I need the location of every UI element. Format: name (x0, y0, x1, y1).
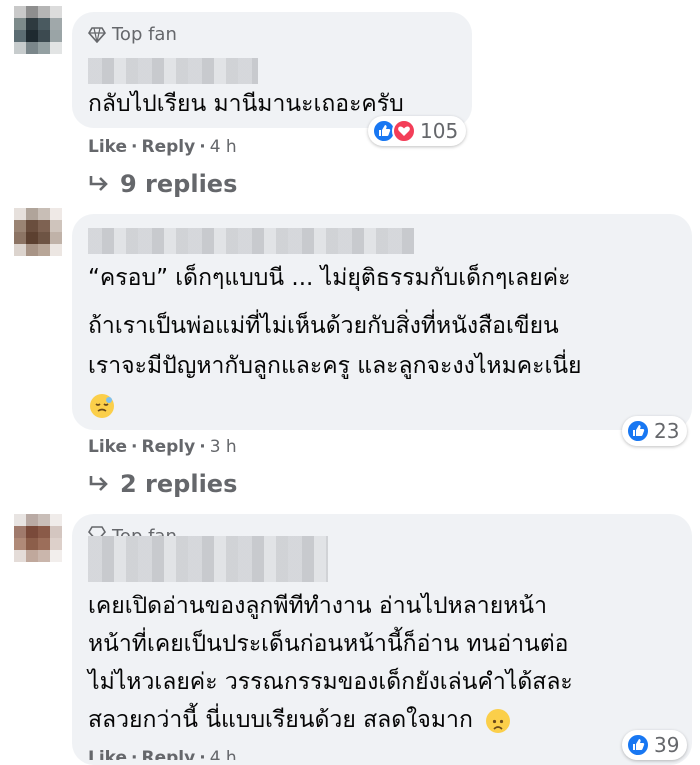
like-link[interactable]: Like (88, 437, 127, 457)
comment-text: “ครอบ” เด็กๆแบบนี ... ไม่ยุติธรรมกับเด็ก… (88, 265, 571, 291)
reply-link[interactable]: Reply (142, 437, 196, 457)
diamond-icon (88, 526, 106, 536)
replies-label: 2 replies (120, 470, 238, 498)
reply-arrow-icon (89, 476, 108, 491)
reaction-count: 39 (654, 733, 680, 757)
comment-text-line: สลวยกว่านี้ นี่แบบเรียนด้วย สลดใจมาก (88, 707, 473, 733)
sad-face-emoji (90, 394, 114, 418)
comment-text: ไม่ไหวเลยค่ะ วรรณกรรมของเด็กยังเล่นคำได้… (88, 669, 573, 695)
avatar[interactable] (14, 208, 62, 268)
comment-text: สลวยกว่านี้ นี่แบบเรียนด้วย สลดใจมาก (88, 700, 511, 740)
view-replies-button[interactable]: 2 replies (88, 470, 237, 498)
timestamp[interactable]: 3 h (210, 437, 237, 457)
view-replies-button[interactable]: 9 replies (88, 170, 237, 198)
replies-label: 9 replies (120, 170, 238, 198)
top-fan-badge: Top fan (88, 526, 177, 536)
commenter-name[interactable] (88, 58, 258, 84)
comment-text: เคยเปิดอ่านของลูกพีทีทำงาน อ่านไปหลายหน้… (88, 593, 548, 619)
like-link[interactable]: Like (88, 137, 127, 157)
reply-link[interactable]: Reply (142, 137, 196, 157)
comment-text: หน้าที่เคยเป็นประเด็นก่อนหน้านี้ก็อ่าน ท… (88, 631, 569, 657)
comment-actions: Like · Reply · 4 h (88, 137, 237, 157)
comment-text: ถ้าเราเป็นพ่อแม่ที่ไม่เห็นด้วยกับสิ่งที่… (88, 313, 559, 339)
avatar[interactable] (14, 6, 62, 66)
like-icon (626, 419, 650, 443)
top-fan-badge: Top fan (88, 24, 177, 45)
badge-label: Top fan (112, 24, 177, 45)
reply-arrow-icon (89, 176, 108, 191)
avatar[interactable] (14, 514, 62, 574)
timestamp[interactable]: 4 h (210, 137, 237, 157)
reaction-count: 105 (420, 119, 459, 143)
commenter-name[interactable] (88, 536, 328, 582)
reaction-summary[interactable]: 105 (368, 116, 467, 146)
reaction-summary[interactable]: 23 (622, 416, 688, 446)
diamond-icon (88, 26, 106, 43)
comment-actions: Like · Reply · 3 h (88, 437, 237, 457)
comment-actions: Like · Reply · 4 h (88, 748, 237, 760)
reply-link[interactable]: Reply (142, 748, 196, 760)
like-link[interactable]: Like (88, 748, 127, 760)
sad-face-emoji (486, 708, 511, 733)
reaction-summary[interactable]: 39 (622, 730, 688, 760)
like-icon (626, 733, 650, 757)
commenter-name[interactable] (88, 228, 414, 254)
badge-label: Top fan (112, 526, 177, 536)
comment-text: กลับไปเรียน มานีมานะเถอะครับ (88, 91, 404, 117)
timestamp[interactable]: 4 h (210, 748, 237, 760)
love-icon (392, 119, 416, 143)
comment-text: เราจะมีปัญหากับลูกและครู และลูกจะงงไหมคะ… (88, 353, 582, 379)
reaction-count: 23 (654, 419, 680, 443)
